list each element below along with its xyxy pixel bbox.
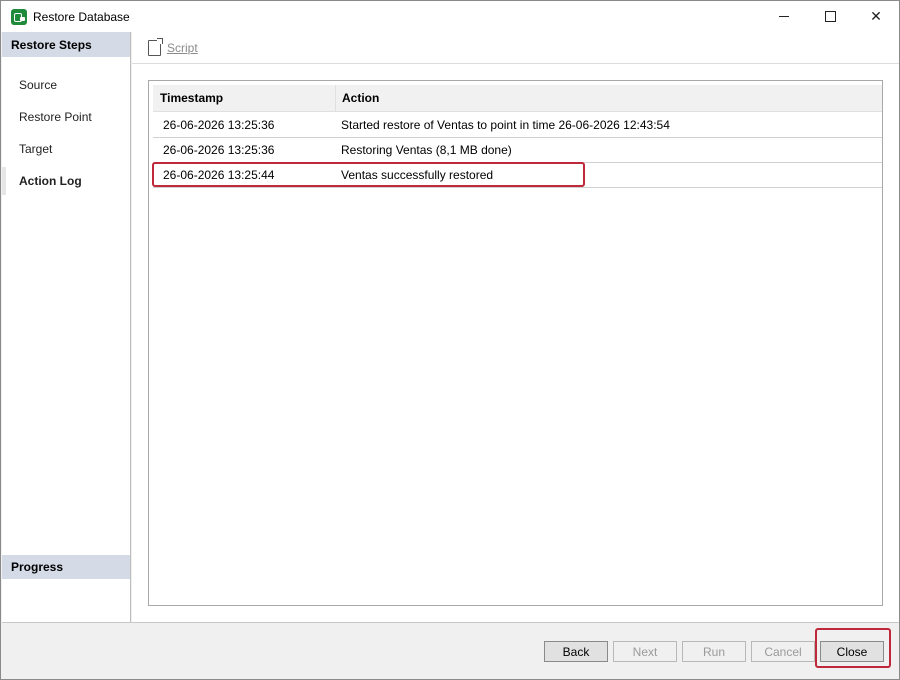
table-row[interactable]: 26-06-2026 13:25:36 Restoring Ventas (8,…	[153, 138, 882, 163]
close-window-button[interactable]: ✕	[853, 1, 899, 32]
progress-header: Progress	[2, 555, 130, 579]
sidebar-item-action-log[interactable]: Action Log	[2, 165, 130, 197]
restore-database-window: Restore Database ✕ Restore Steps Source …	[0, 0, 900, 680]
window-controls: ✕	[761, 1, 899, 32]
database-restore-icon	[11, 8, 27, 25]
close-icon: ✕	[870, 8, 882, 25]
action-log-grid: Timestamp Action 26-06-2026 13:25:36 Sta…	[148, 80, 883, 606]
timestamp-cell: 26-06-2026 13:25:44	[163, 168, 275, 182]
main-panel: Script Timestamp Action 26-06-2026 13:25…	[132, 32, 899, 622]
column-header-action[interactable]: Action	[336, 85, 882, 111]
sidebar: Restore Steps Source Restore Point Targe…	[2, 32, 131, 622]
toolbar: Script	[132, 32, 899, 64]
sidebar-item-label: Source	[19, 78, 58, 92]
cancel-button[interactable]: Cancel	[751, 641, 815, 662]
sidebar-item-label: Action Log	[19, 174, 82, 188]
sidebar-item-label: Restore Point	[19, 110, 92, 124]
action-cell: Started restore of Ventas to point in ti…	[341, 118, 670, 132]
timestamp-cell: 26-06-2026 13:25:36	[163, 143, 275, 157]
script-icon	[148, 37, 163, 56]
footer: Back Next Run Cancel Close	[2, 622, 899, 679]
table-row[interactable]: 26-06-2026 13:25:36 Started restore of V…	[153, 113, 882, 138]
sidebar-item-label: Target	[19, 142, 53, 156]
sidebar-item-target[interactable]: Target	[2, 133, 130, 165]
sidebar-item-restore-point[interactable]: Restore Point	[2, 101, 130, 133]
action-cell: Restoring Ventas (8,1 MB done)	[341, 143, 512, 157]
column-header-timestamp[interactable]: Timestamp	[153, 85, 336, 111]
sidebar-item-source[interactable]: Source	[2, 69, 130, 101]
maximize-button[interactable]	[807, 1, 853, 32]
timestamp-cell: 26-06-2026 13:25:36	[163, 118, 275, 132]
restore-steps-header: Restore Steps	[2, 32, 130, 57]
window-title: Restore Database	[33, 9, 130, 24]
run-button[interactable]: Run	[682, 641, 746, 662]
next-button[interactable]: Next	[613, 641, 677, 662]
title-bar: Restore Database ✕	[1, 1, 899, 32]
action-cell: Ventas successfully restored	[341, 168, 494, 182]
grid-header: Timestamp Action	[153, 85, 882, 112]
table-row[interactable]: 26-06-2026 13:25:44 Ventas successfully …	[153, 163, 882, 188]
minimize-button[interactable]	[761, 1, 807, 32]
back-button[interactable]: Back	[544, 641, 608, 662]
script-button[interactable]: Script	[167, 41, 198, 55]
sidebar-items: Source Restore Point Target Action Log	[2, 69, 130, 197]
close-button[interactable]: Close	[820, 641, 884, 662]
